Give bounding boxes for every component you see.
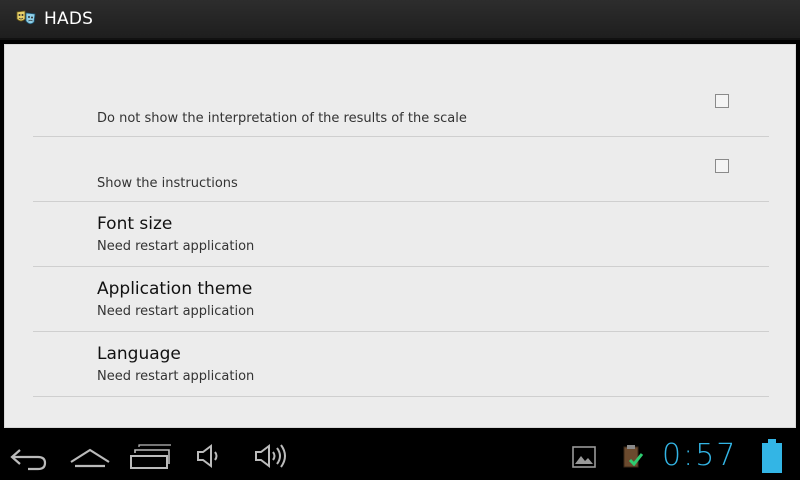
pref-show-instructions-checkbox[interactable] [715,159,729,173]
pref-font-size-title: Font size [97,214,173,234]
pref-language-summary: Need restart application [97,369,255,384]
volume-down-icon[interactable] [194,440,226,472]
download-complete-icon[interactable] [620,444,646,470]
home-icon[interactable] [68,440,112,472]
app-title: HADS [44,9,94,29]
pref-hide-interpretation-label: Do not show the interpretation of the re… [97,111,467,126]
pref-show-instructions-label: Show the instructions [97,176,238,191]
back-icon[interactable] [8,440,50,472]
volume-up-icon[interactable] [252,440,292,472]
pref-application-theme[interactable]: Application theme Need restart applicati… [33,267,769,332]
pref-font-size-summary: Need restart application [97,239,255,254]
pref-font-size[interactable]: Font size Need restart application [33,202,769,267]
system-bar: 0:57 [0,432,800,480]
pref-hide-interpretation-checkbox[interactable] [715,94,729,108]
hads-masks-icon[interactable] [14,7,38,31]
gallery-notification-icon[interactable] [572,446,596,468]
pref-language-title: Language [97,344,181,364]
pref-show-instructions[interactable]: Show the instructions [33,137,769,202]
pref-hide-interpretation[interactable]: Do not show the interpretation of the re… [33,72,769,137]
pref-language[interactable]: Language Need restart application [33,332,769,397]
preferences-list: Do not show the interpretation of the re… [4,44,796,428]
action-bar: HADS [0,0,800,40]
battery-icon [762,439,782,473]
pref-application-theme-title: Application theme [97,279,253,299]
clock: 0:57 [662,438,738,473]
pref-application-theme-summary: Need restart application [97,304,255,319]
screen: HADS Do not show the interpretation of t… [0,0,800,480]
recent-apps-icon[interactable] [128,440,172,472]
